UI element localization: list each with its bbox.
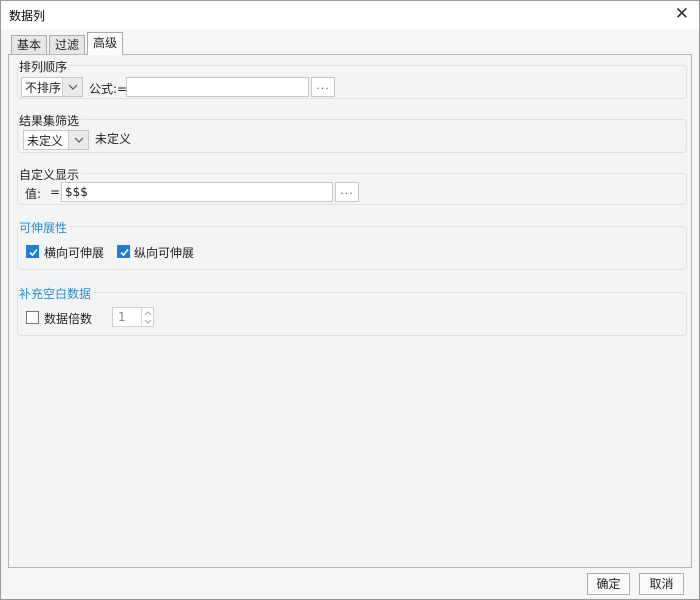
sort-order-value: 不排序 [25, 81, 62, 95]
horizontal-extend-label[interactable]: 横向可伸展 [44, 244, 104, 261]
tab-advanced[interactable]: 高级 [87, 32, 124, 55]
result-filter-select[interactable]: 未定义 [23, 130, 89, 150]
horizontal-extend-checkbox[interactable] [26, 245, 39, 258]
vertical-extend-label[interactable]: 纵向可伸展 [134, 244, 194, 261]
data-column-dialog: 数据列 ✕ 基本 过滤 高级 排列顺序 不排序 公式:= ... 结果集筛选 未… [0, 0, 700, 600]
data-multiple-value: 1 [118, 310, 126, 324]
value-label: 值: [25, 187, 42, 201]
result-filter-text: 未定义 [95, 132, 132, 146]
ok-button[interactable]: 确定 [587, 573, 630, 595]
title-bar: 数据列 ✕ [1, 1, 699, 29]
spinner-buttons[interactable] [141, 308, 153, 326]
data-multiple-label[interactable]: 数据倍数 [44, 310, 92, 327]
chevron-down-icon[interactable] [62, 78, 82, 96]
sort-order-label: 排列顺序 [19, 58, 70, 75]
display-ellipsis-button[interactable]: ... [335, 182, 359, 202]
data-multiple-checkbox[interactable] [26, 311, 39, 324]
formula-ellipsis-button[interactable]: ... [311, 77, 335, 97]
chevron-down-icon[interactable] [144, 319, 152, 324]
custom-display-label: 自定义显示 [19, 166, 82, 183]
dialog-title: 数据列 [9, 9, 46, 23]
formula-label: 公式:= [89, 82, 128, 96]
formula-input[interactable] [126, 77, 309, 97]
advanced-panel: 排列顺序 不排序 公式:= ... 结果集筛选 未定义 未定义 自定义显示 值:… [8, 54, 692, 568]
result-filter-value: 未定义 [27, 134, 64, 148]
fill-blank-label: 补充空白数据 [19, 285, 94, 302]
cancel-button[interactable]: 取消 [639, 573, 684, 595]
chevron-up-icon[interactable] [144, 311, 152, 316]
display-value-input[interactable]: $$$ [61, 182, 333, 202]
extensibility-label: 可伸展性 [19, 219, 70, 236]
close-icon[interactable]: ✕ [675, 4, 689, 24]
value-equals: = [50, 185, 61, 199]
tab-filter[interactable]: 过滤 [49, 35, 86, 55]
data-multiple-spinner[interactable]: 1 [112, 307, 154, 327]
result-filter-label: 结果集筛选 [19, 112, 82, 129]
tab-basic[interactable]: 基本 [11, 35, 48, 55]
chevron-down-icon[interactable] [68, 131, 88, 149]
sort-order-select[interactable]: 不排序 [21, 77, 83, 97]
vertical-extend-checkbox[interactable] [117, 245, 130, 258]
